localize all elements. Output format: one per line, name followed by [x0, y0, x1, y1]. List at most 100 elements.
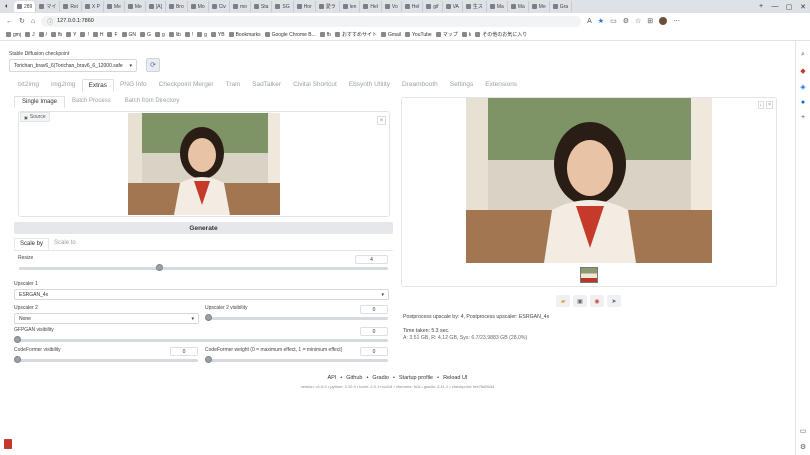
browser-tab[interactable]: Gra: [550, 1, 573, 12]
tab-png-info[interactable]: PNG Info: [114, 79, 153, 92]
upscaler2-visibility-handle[interactable]: [205, 314, 212, 321]
favorite-star-icon[interactable]: ★: [598, 17, 604, 25]
browser-tab[interactable]: 愛ラ: [316, 1, 340, 12]
bookmark-item[interactable]: Y: [66, 32, 76, 38]
save-button[interactable]: ▣: [573, 295, 587, 307]
close-icon[interactable]: ×: [766, 101, 773, 109]
footer-link-api[interactable]: API: [327, 375, 336, 381]
reload-icon[interactable]: ↻: [19, 17, 25, 25]
tab-img2img[interactable]: img2img: [45, 79, 82, 92]
tab-civitai-shortcut[interactable]: Civitai Shortcut: [287, 79, 343, 92]
zip-button[interactable]: ◉: [590, 295, 604, 307]
browser-tab[interactable]: Ma: [487, 1, 508, 12]
layout-icon[interactable]: ▭: [800, 427, 807, 435]
search-icon[interactable]: ⌕: [801, 51, 805, 59]
bookmark-item[interactable]: !: [80, 32, 89, 38]
tab-extensions[interactable]: Extensions: [479, 79, 523, 92]
browser-tab[interactable]: len: [340, 1, 361, 12]
checkpoint-select[interactable]: Torichan_brav6_6(Torichan_brav6_6_12000.…: [9, 59, 137, 72]
back-icon[interactable]: ←: [6, 18, 13, 25]
gfpgan-slider-handle[interactable]: [14, 336, 21, 343]
output-thumbnail[interactable]: [580, 267, 598, 283]
browser-tab[interactable]: Rei: [60, 1, 82, 12]
bookmark-item[interactable]: GN: [121, 32, 136, 38]
browser-tab[interactable]: [A]: [146, 1, 166, 12]
refresh-checkpoint-button[interactable]: ⟳: [146, 58, 160, 72]
browser-tab[interactable]: gif: [423, 1, 443, 12]
bookmark-item[interactable]: J: [25, 32, 35, 38]
browser-profile-icon[interactable]: ◐: [0, 3, 14, 10]
maximize-button[interactable]: ▢: [782, 3, 796, 11]
bookmark-item[interactable]: lib: [168, 32, 181, 38]
codeformer-visibility-input[interactable]: 0: [170, 347, 198, 356]
tab-txt2img[interactable]: txt2img: [12, 79, 45, 92]
bookmark-item[interactable]: g: [154, 32, 165, 38]
address-bar[interactable]: ⓘ 127.0.0.1:7860: [41, 15, 582, 27]
codeformer-weight-handle[interactable]: [205, 356, 212, 363]
bookmark-item[interactable]: その他のお気に入り: [475, 31, 527, 38]
codeformer-weight-track[interactable]: [208, 359, 388, 362]
tab-scale-to[interactable]: Scale to: [49, 238, 81, 250]
add-icon[interactable]: +: [801, 114, 805, 121]
clear-source-button[interactable]: ×: [377, 116, 386, 125]
footer-link-gradio[interactable]: Gradio: [372, 375, 389, 381]
resize-slider-track[interactable]: [19, 267, 388, 270]
send-button[interactable]: ➤: [607, 295, 621, 307]
tab-train[interactable]: Train: [220, 79, 247, 92]
bookmark-item[interactable]: マップ: [435, 31, 458, 38]
minimize-button[interactable]: —: [768, 3, 782, 10]
browser-tab[interactable]: Hel: [360, 1, 382, 12]
avatar[interactable]: [659, 17, 668, 25]
bookmark-item[interactable]: Gmail: [380, 32, 401, 38]
bookmark-item[interactable]: k: [461, 32, 471, 38]
browser-tab[interactable]: 生ス: [463, 1, 487, 12]
favorites-icon[interactable]: ☆: [635, 17, 641, 25]
bookmark-item[interactable]: fb: [50, 32, 62, 38]
split-screen-icon[interactable]: ▭: [610, 17, 617, 25]
extensions-icon[interactable]: ⚙: [623, 17, 629, 25]
tab-extras[interactable]: Extras: [81, 79, 114, 92]
upscaler1-select[interactable]: ESRGAN_4x ▾: [14, 289, 389, 300]
subtab-batch-process[interactable]: Batch Process: [65, 96, 118, 108]
browser-tab[interactable]: Hel: [402, 1, 424, 12]
bookmark-item[interactable]: おすすめサイト: [334, 31, 377, 38]
upscaler2-select[interactable]: None ▾: [14, 313, 199, 324]
new-tab-button[interactable]: +: [754, 3, 768, 10]
browser-tab[interactable]: mo: [230, 1, 251, 12]
upscaler2-visibility-input[interactable]: 0: [360, 305, 388, 314]
subtab-batch-from-directory[interactable]: Batch from Directory: [118, 96, 187, 108]
tools-icon[interactable]: ◈: [800, 83, 805, 91]
tab-scale-by[interactable]: Scale by: [14, 238, 50, 250]
read-aloud-icon[interactable]: A: [587, 18, 592, 25]
codeformer-weight-input[interactable]: 0: [360, 347, 388, 356]
source-image-dropzone[interactable]: [18, 111, 390, 217]
browser-tab[interactable]: SG: [272, 1, 294, 12]
browser-tab[interactable]: Bro: [166, 1, 188, 12]
tab-settings[interactable]: Settings: [444, 79, 480, 92]
upscaler2-visibility-track[interactable]: [208, 317, 388, 320]
outlook-icon[interactable]: ●: [801, 99, 805, 106]
resize-number-input[interactable]: 4: [355, 255, 388, 264]
browser-tab[interactable]: Ma: [508, 1, 529, 12]
settings-icon[interactable]: ⚙: [800, 443, 806, 451]
bookmark-item[interactable]: !: [184, 32, 193, 38]
info-icon[interactable]: ⓘ: [47, 17, 53, 26]
browser-tab[interactable]: Civ: [209, 1, 230, 12]
browser-tab[interactable]: Me: [104, 1, 125, 12]
browser-tab[interactable]: Vo: [382, 1, 402, 12]
browser-tab[interactable]: Me: [125, 1, 146, 12]
bookmark-item[interactable]: Google Chrome B...: [264, 32, 316, 38]
bookmark-item[interactable]: YouTube: [405, 32, 432, 38]
bookmark-item[interactable]: G: [140, 32, 151, 38]
browser-tab[interactable]: Mo: [188, 1, 209, 12]
tab-checkpoint-merger[interactable]: Checkpoint Merger: [153, 79, 220, 92]
home-icon[interactable]: ⌂: [31, 18, 35, 25]
download-icon[interactable]: ↓: [757, 101, 764, 109]
browser-tab[interactable]: Sta: [251, 1, 273, 12]
bookmark-item[interactable]: /: [38, 32, 47, 38]
bookmark-item[interactable]: fb: [319, 32, 331, 38]
bookmark-item[interactable]: g: [197, 32, 207, 38]
browser-tab[interactable]: マイ: [36, 1, 61, 12]
bookmark-item[interactable]: F: [107, 32, 118, 38]
more-menu-icon[interactable]: ⋯: [673, 17, 680, 25]
